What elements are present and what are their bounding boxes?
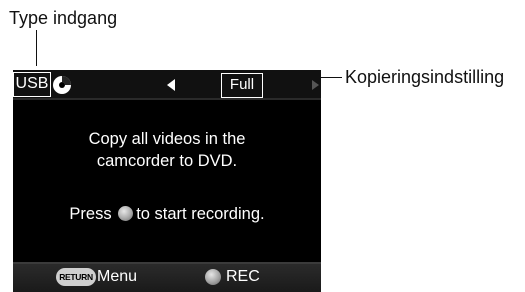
callout-line-input-type <box>36 30 37 66</box>
top-divider <box>13 98 321 100</box>
triangle-left-icon[interactable] <box>167 79 175 91</box>
callout-input-type: Type indgang <box>9 8 118 28</box>
message-line-1: Copy all videos in the <box>88 130 246 148</box>
rec-label: REC <box>226 268 260 285</box>
menu-label: Menu <box>97 268 138 285</box>
triangle-right-icon[interactable] <box>312 80 319 90</box>
bottom-divider <box>13 262 321 264</box>
press-instruction: Press to start recording. <box>13 203 321 225</box>
input-type-badge: USB <box>13 72 51 97</box>
copy-setting-value[interactable]: Full <box>221 73 263 98</box>
bottom-guide-bar: RETURN Menu REC <box>13 262 321 292</box>
lcd-screen: USB Full Copy all videos in the camcorde… <box>13 70 321 292</box>
disc-icon <box>53 76 71 94</box>
callout-copy-setting: Kopieringsindstilling <box>345 67 505 87</box>
rec-button-icon[interactable] <box>205 269 221 285</box>
press-text-after: to start recording. <box>136 205 265 223</box>
return-button[interactable]: RETURN <box>56 268 96 286</box>
message-line-2: camcorder to DVD. <box>96 152 238 170</box>
press-text-before: Press <box>69 205 112 223</box>
center-button-icon <box>118 206 134 221</box>
top-status-bar: USB Full <box>13 70 321 100</box>
